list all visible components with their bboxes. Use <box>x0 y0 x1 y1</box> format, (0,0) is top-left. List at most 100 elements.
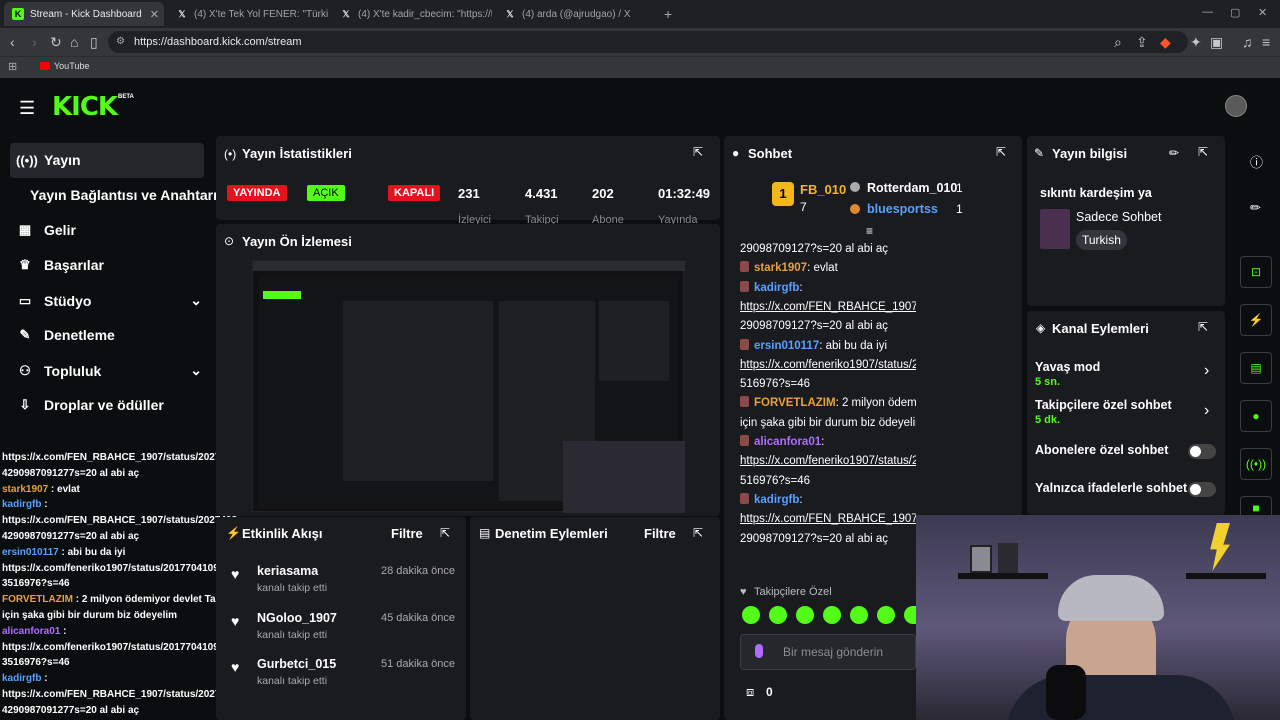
top-gifter-name[interactable]: FB_010 <box>800 182 846 197</box>
chat-text[interactable]: https://x.com/FEN_RBAHCE_1907/ <box>740 513 916 525</box>
emote[interactable] <box>877 606 895 624</box>
broadcast-button[interactable]: ((•)) <box>1240 448 1272 480</box>
filter-button[interactable]: Filtre <box>644 526 676 541</box>
apps-grid-icon[interactable]: ⊞ <box>8 60 17 73</box>
sidebar-item-revenue[interactable]: ▦ Gelir <box>16 222 76 238</box>
popout-icon[interactable]: ⇱ <box>693 526 703 540</box>
gifter-name[interactable]: bluesportss <box>867 202 938 216</box>
avatar[interactable] <box>1225 95 1247 117</box>
chevron-right-icon[interactable]: › <box>1204 362 1209 380</box>
gifter-name[interactable]: Rotterdam_010 <box>867 181 957 195</box>
sidebar-item-drops[interactable]: ⇩ Droplar ve ödüller <box>16 397 164 413</box>
document-button[interactable]: ▤ <box>1240 352 1272 384</box>
collapse-icon[interactable]: ≡ <box>866 224 873 238</box>
hamburger-menu-icon[interactable]: ☰ <box>19 98 35 119</box>
share-icon[interactable]: ⇪ <box>1136 34 1148 50</box>
bookmark-youtube[interactable]: YouTube <box>54 61 89 71</box>
sidebar-item-studio[interactable]: ▭ Stüdyo ⌄ <box>16 292 202 309</box>
chat-username[interactable]: stark1907 <box>754 262 807 274</box>
popout-icon[interactable]: ⇱ <box>1198 145 1208 159</box>
category-name[interactable]: Sadece Sohbet <box>1076 210 1162 224</box>
maximize-icon[interactable]: ▢ <box>1230 6 1240 19</box>
chat-message-line: kadirgfb: <box>740 279 916 297</box>
chat-username[interactable]: kadirgfb <box>754 494 799 506</box>
sidebar-item-moderation[interactable]: ✎ Denetleme <box>16 327 115 343</box>
popout-icon[interactable]: ⇱ <box>996 145 1006 159</box>
sidebar-item-stream[interactable]: ((•)) Yayın <box>16 152 81 168</box>
reload-icon[interactable]: ↻ <box>50 34 62 50</box>
extensions-icon[interactable]: ✦ <box>1190 34 1202 50</box>
heart-icon: ♥ <box>231 659 240 675</box>
chat-username[interactable]: alicanfora01 <box>754 436 821 448</box>
tab-kick-dashboard[interactable]: K Stream - Kick Dashboard ✕ <box>4 2 164 26</box>
chat-text[interactable]: https://x.com/FEN_RBAHCE_1907/status/202… <box>740 301 916 313</box>
media-icon[interactable]: ♫ <box>1242 34 1253 50</box>
subs-chat-toggle[interactable] <box>1188 444 1216 459</box>
broadcast-icon: (•) <box>224 147 237 161</box>
url-input[interactable]: ⚙ https://dashboard.kick.com/stream <box>108 31 1188 53</box>
info-icon[interactable]: ⓘ <box>1250 152 1263 171</box>
follower-name[interactable]: Gurbetci_015 <box>257 657 336 671</box>
site-info-icon[interactable]: ⚙ <box>116 31 125 53</box>
user-badge-icon <box>740 396 749 408</box>
chat-username[interactable]: kadirgfb <box>754 282 799 294</box>
menu-icon[interactable]: ≡ <box>1262 34 1270 50</box>
sidebar-toggle-icon[interactable]: ▣ <box>1210 34 1223 50</box>
open-badge[interactable]: AÇIK <box>307 185 345 201</box>
tab-x-2[interactable]: 𝕏 (4) X'te kadir_cbecim: "https://t.co/l <box>332 2 492 26</box>
emote[interactable] <box>796 606 814 624</box>
gift-icon[interactable]: ⧈ <box>746 684 754 700</box>
screenshot-button[interactable]: ⊡ <box>1240 256 1272 288</box>
tab-title: Stream - Kick Dashboard <box>30 8 142 20</box>
edit-icon[interactable]: ✏ <box>1250 200 1261 216</box>
tab-x-3[interactable]: 𝕏 (4) arda (@ajrudgao) / X <box>496 2 656 26</box>
tab-x-1[interactable]: 𝕏 (4) X'te Tek Yol FENER: "Türkiye mağ <box>168 2 328 26</box>
sidebar-item-achievements[interactable]: ♛ Başarılar <box>16 257 104 273</box>
chat-text[interactable]: https://x.com/feneriko1907/status/201770… <box>740 359 916 371</box>
emote-chat-toggle[interactable] <box>1188 482 1216 497</box>
close-icon[interactable]: ✕ <box>142 8 159 21</box>
follower-name[interactable]: NGoloo_1907 <box>257 611 337 625</box>
gifter-count: 1 <box>956 202 963 216</box>
close-window-icon[interactable]: ✕ <box>1258 6 1267 19</box>
followers-chat-label[interactable]: Takipçilere özel sohbet <box>1035 398 1172 412</box>
chat-text[interactable]: https://x.com/feneriko1907/status/201770… <box>740 455 916 467</box>
back-icon[interactable]: ‹ <box>10 34 15 50</box>
closed-badge[interactable]: KAPALI <box>388 185 441 201</box>
chevron-right-icon[interactable]: › <box>1204 402 1209 420</box>
new-tab-icon[interactable]: + <box>664 6 672 22</box>
chat-input[interactable]: Bir mesaj gönderin <box>740 634 916 670</box>
emote[interactable] <box>823 606 841 624</box>
sidebar-item-stream-key[interactable]: Yayın Bağlantısı ve Anahtarı <box>30 187 217 203</box>
slow-mode-label[interactable]: Yavaş mod <box>1035 360 1100 374</box>
uptime: 01:32:49 <box>658 186 711 201</box>
chat-message-line: 29098709127?s=20 al abi aç <box>740 240 916 258</box>
popout-icon[interactable]: ⇱ <box>693 145 703 159</box>
zoom-icon[interactable]: ⌕ <box>1114 34 1122 50</box>
home-icon[interactable]: ⌂ <box>70 34 78 50</box>
follower-name[interactable]: keriasama <box>257 564 318 578</box>
overlay-chat-text: https://x.com/FEN_RBAHCE_1907/status/202… <box>2 452 238 463</box>
chat-username[interactable]: ersin010117 <box>754 340 819 352</box>
preview-video[interactable] <box>252 260 685 513</box>
emote[interactable] <box>742 606 760 624</box>
forward-icon[interactable]: › <box>32 34 37 50</box>
heart-icon: ♥ <box>231 566 240 582</box>
minimize-icon[interactable]: — <box>1202 6 1213 18</box>
emote[interactable] <box>904 606 916 624</box>
chat-username[interactable]: FORVETLAZIM <box>754 397 836 409</box>
popout-icon[interactable]: ⇱ <box>1198 320 1208 334</box>
emote[interactable] <box>850 606 868 624</box>
overlay-chat-username: kadirgfb <box>2 499 42 511</box>
filter-button[interactable]: Filtre <box>391 526 423 541</box>
lightning-button[interactable]: ⚡ <box>1240 304 1272 336</box>
popout-icon[interactable]: ⇱ <box>440 526 450 540</box>
chat-message-line: ersin010117: abi bu da iyi <box>740 337 916 355</box>
kick-logo[interactable]: KICK <box>52 92 118 122</box>
sidebar-item-community[interactable]: ⚇ Topluluk ⌄ <box>16 362 202 379</box>
chat-button[interactable]: ● <box>1240 400 1272 432</box>
bookmark-icon[interactable]: ▯ <box>90 34 98 50</box>
emote[interactable] <box>769 606 787 624</box>
brave-shield-icon[interactable]: ◆ <box>1160 34 1171 50</box>
edit-icon[interactable]: ✏ <box>1169 146 1179 160</box>
